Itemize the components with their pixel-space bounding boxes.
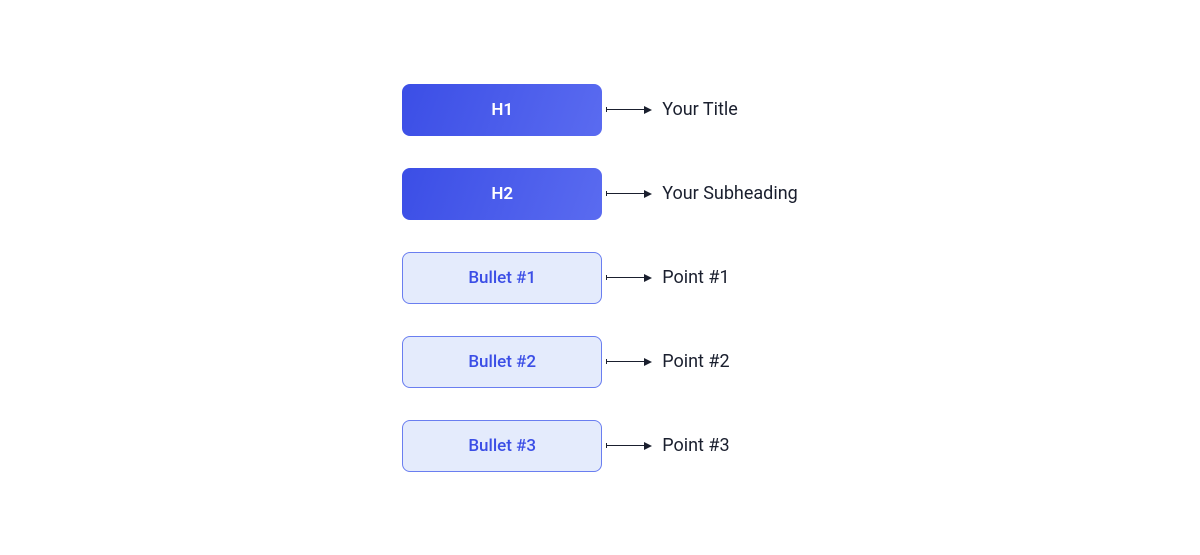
annotation-point-2: Point #2	[662, 351, 729, 372]
annotation-title: Your Title	[662, 99, 738, 120]
arrow-icon	[606, 190, 652, 198]
box-label: Bullet #1	[468, 268, 536, 288]
box-bullet-3: Bullet #3	[402, 420, 602, 472]
annotation-point-1: Point #1	[662, 267, 729, 288]
box-h2: H2	[402, 168, 602, 220]
arrow-icon	[606, 442, 652, 450]
arrow-icon	[606, 358, 652, 366]
box-label: Bullet #2	[468, 352, 536, 372]
box-label: H2	[491, 184, 513, 204]
box-bullet-1: Bullet #1	[402, 252, 602, 304]
annotation-point-3: Point #3	[662, 435, 729, 456]
box-label: Bullet #3	[468, 436, 536, 456]
annotation-subheading: Your Subheading	[662, 183, 798, 204]
row-bullet-3: Bullet #3 Point #3	[402, 420, 798, 472]
box-h1: H1	[402, 84, 602, 136]
row-bullet-2: Bullet #2 Point #2	[402, 336, 798, 388]
box-bullet-2: Bullet #2	[402, 336, 602, 388]
row-bullet-1: Bullet #1 Point #1	[402, 252, 798, 304]
row-h1: H1 Your Title	[402, 84, 798, 136]
box-label: H1	[491, 100, 513, 120]
row-h2: H2 Your Subheading	[402, 168, 798, 220]
arrow-icon	[606, 274, 652, 282]
diagram-container: H1 Your Title H2 Your Subheading Bullet …	[402, 84, 798, 472]
arrow-icon	[606, 106, 652, 114]
